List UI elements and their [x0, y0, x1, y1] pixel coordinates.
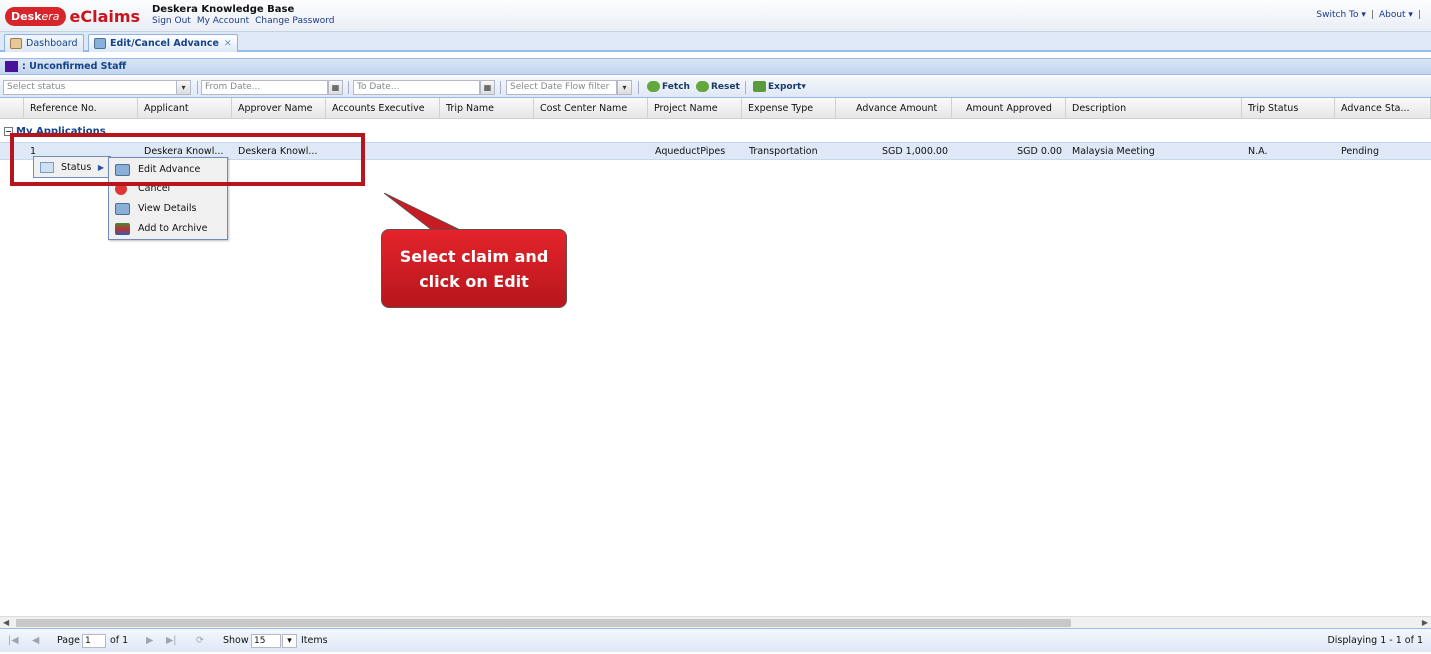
export-button[interactable]: Export▾ [753, 81, 806, 92]
separator: | [1417, 10, 1421, 20]
cell-amount-approved: SGD 0.00 [1017, 146, 1062, 157]
export-icon [753, 81, 766, 92]
logo-badge: Deskera [5, 6, 66, 26]
chevron-down-icon[interactable]: ▾ [282, 634, 297, 648]
column-advance-amount[interactable]: Advance Amount [836, 98, 952, 119]
horizontal-scrollbar[interactable]: ◀ ▶ [0, 616, 1431, 628]
menu-item-add-to-archive[interactable]: Add to Archive [109, 219, 227, 238]
column-approver-name[interactable]: Approver Name [232, 98, 326, 119]
panel-title-text: : Unconfirmed Staff [22, 61, 127, 72]
page-count: of 1 [110, 635, 129, 646]
about-menu[interactable]: About ▾ [1379, 10, 1413, 20]
tab-dashboard[interactable]: Dashboard [4, 34, 84, 52]
first-page-icon[interactable]: |◀ [8, 635, 19, 646]
change-password-link[interactable]: Change Password [255, 16, 334, 26]
chevron-down-icon[interactable]: ▾ [617, 80, 632, 95]
divider [348, 81, 349, 94]
switch-to-menu[interactable]: Switch To ▾ [1316, 10, 1365, 20]
tab-edit-cancel-advance[interactable]: Edit/Cancel Advance ✕ [88, 34, 238, 52]
to-date-input[interactable]: To Date... [353, 80, 480, 95]
items-label: Items [301, 635, 328, 646]
archive-icon [115, 222, 130, 235]
top-right-menu: Switch To ▾ | About ▾ | [1316, 10, 1421, 20]
edit-advance-icon [94, 38, 106, 49]
column-project-name[interactable]: Project Name [648, 98, 742, 119]
status-select[interactable]: Select status [3, 80, 177, 95]
tab-label: Dashboard [26, 38, 78, 49]
separator: | [1370, 10, 1374, 20]
dashboard-icon [10, 38, 22, 49]
divider [745, 81, 746, 94]
chevron-down-icon[interactable]: ▾ [176, 80, 191, 95]
column-accounts-executive[interactable]: Accounts Executive [326, 98, 440, 119]
column-cost-center-name[interactable]: Cost Center Name [534, 98, 648, 119]
app-header: Deskera eClaims Deskera Knowledge Base S… [0, 0, 1431, 32]
paging-toolbar: |◀ ◀ Page 1 of 1 ▶ ▶| ⟳ Show 15 ▾ Items … [0, 628, 1431, 652]
reset-label: Reset [711, 81, 740, 92]
calendar-icon[interactable]: ▦ [328, 80, 343, 95]
page-size-select[interactable]: 15 [251, 634, 281, 648]
column-trip-name[interactable]: Trip Name [440, 98, 534, 119]
filter-toolbar: Select status ▾ From Date... ▦ To Date..… [0, 77, 1431, 98]
cell-expense-type: Transportation [749, 146, 818, 157]
menu-item-label: Add to Archive [138, 223, 208, 234]
cell-advance-status: Pending [1341, 146, 1379, 157]
date-flow-select[interactable]: Select Date Flow filter [506, 80, 617, 95]
page-label: Page [57, 635, 80, 646]
reset-icon [696, 81, 709, 92]
column-amount-approved[interactable]: Amount Approved [952, 98, 1066, 119]
column-reference-no[interactable]: Reference No. [24, 98, 138, 119]
fetch-button[interactable]: Fetch [647, 81, 690, 92]
divider [197, 81, 198, 94]
show-label: Show [223, 635, 249, 646]
divider [638, 81, 639, 94]
column-trip-status[interactable]: Trip Status [1242, 98, 1335, 119]
deskera-logo: Deskera eClaims [5, 5, 140, 27]
app-name: eClaims [69, 6, 141, 26]
view-details-icon [115, 202, 130, 215]
panel-title: : Unconfirmed Staff [0, 58, 1431, 75]
divider [500, 81, 501, 94]
tab-bar: Dashboard Edit/Cancel Advance ✕ [0, 32, 1431, 52]
column-advance-status[interactable]: Advance Sta... [1335, 98, 1431, 119]
cell-project-name: AqueductPipes [655, 146, 726, 157]
reset-button[interactable]: Reset [696, 81, 740, 92]
cell-trip-status: N.A. [1248, 146, 1268, 157]
tab-label: Edit/Cancel Advance [110, 38, 219, 49]
staff-icon [5, 61, 18, 72]
fetch-icon [647, 81, 660, 92]
close-icon[interactable]: ✕ [224, 39, 232, 49]
logo-suffix: era [41, 9, 60, 23]
displaying-count: Displaying 1 - 1 of 1 [1327, 635, 1423, 646]
scroll-thumb[interactable] [16, 619, 1071, 627]
grid-header: Reference No. Applicant Approver Name Ac… [0, 98, 1431, 119]
sign-out-link[interactable]: Sign Out [152, 16, 191, 26]
from-date-input[interactable]: From Date... [201, 80, 328, 95]
next-page-icon[interactable]: ▶ [146, 635, 153, 646]
calendar-icon[interactable]: ▦ [480, 80, 495, 95]
column-expense-type[interactable]: Expense Type [742, 98, 836, 119]
last-page-icon[interactable]: ▶| [166, 635, 177, 646]
kb-title: Deskera Knowledge Base [152, 4, 295, 15]
column-applicant[interactable]: Applicant [138, 98, 232, 119]
my-account-link[interactable]: My Account [197, 16, 249, 26]
expander-column [0, 98, 24, 119]
highlight-box [10, 133, 365, 186]
instruction-callout: Select claim and click on Edit [381, 229, 567, 308]
callout-pointer [384, 193, 461, 231]
menu-item-label: View Details [138, 203, 197, 214]
cell-advance-amount: SGD 1,000.00 [881, 146, 948, 157]
account-links: Sign Out My Account Change Password [152, 16, 334, 26]
cell-description: Malaysia Meeting [1072, 146, 1155, 157]
logo-prefix: Desk [11, 9, 42, 23]
fetch-label: Fetch [662, 81, 690, 92]
export-label: Export▾ [768, 81, 806, 92]
refresh-icon[interactable]: ⟳ [196, 635, 204, 646]
prev-page-icon[interactable]: ◀ [32, 635, 39, 646]
menu-item-view-details[interactable]: View Details [109, 199, 227, 218]
column-description[interactable]: Description [1066, 98, 1242, 119]
page-number-input[interactable]: 1 [82, 634, 106, 648]
